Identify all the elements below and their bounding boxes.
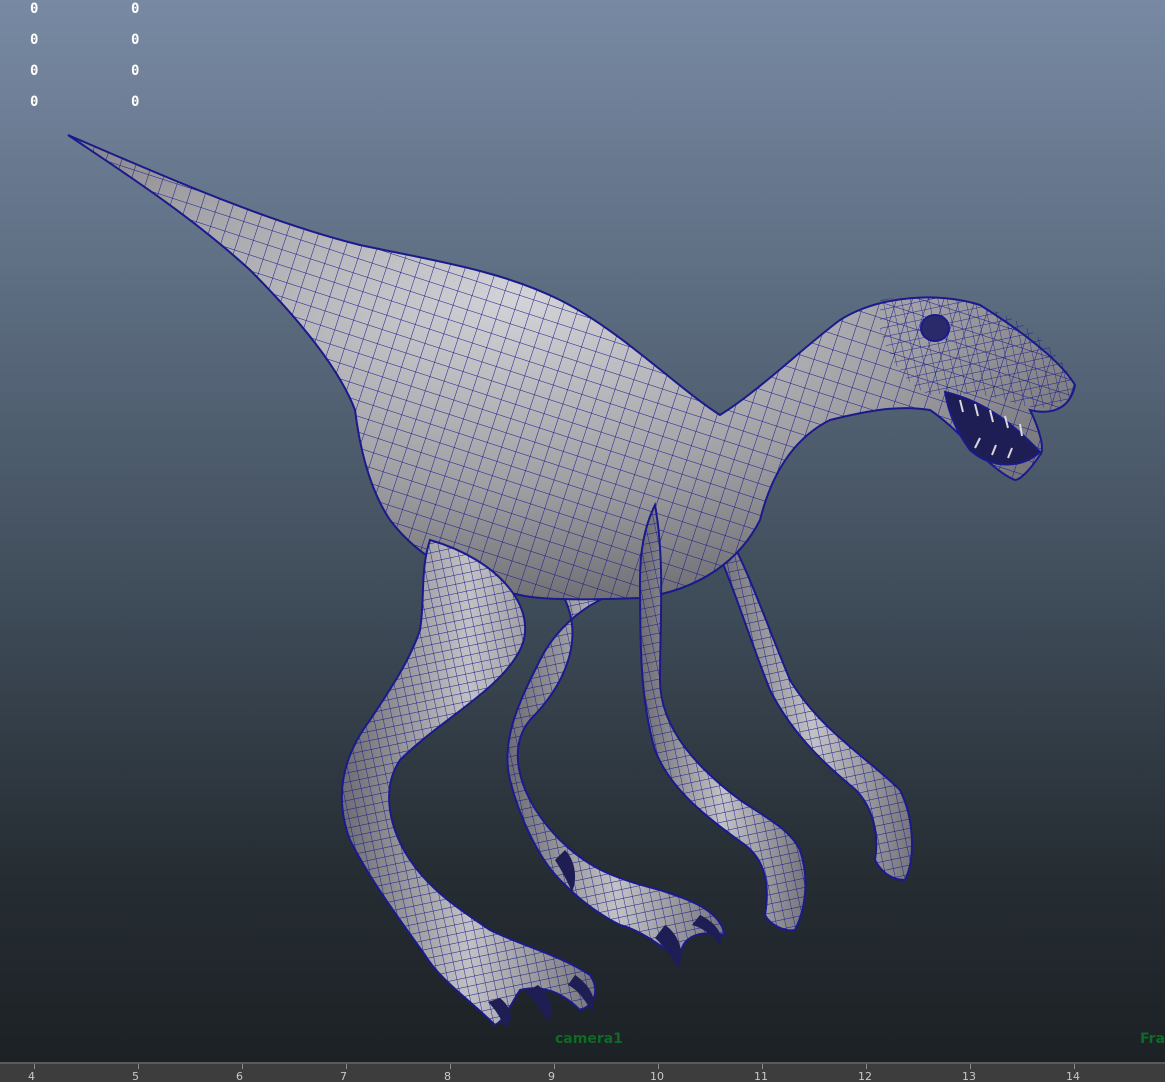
tick-mark — [866, 1064, 867, 1069]
eye-icon — [920, 314, 950, 342]
timeline-tick: 13 — [962, 1070, 976, 1082]
frame-label: Fra — [1140, 1031, 1165, 1047]
tick-mark — [138, 1064, 139, 1069]
timeline-slider[interactable]: 4 5 6 7 8 9 10 11 12 13 14 — [0, 1062, 1165, 1082]
timeline-tick: 4 — [28, 1070, 35, 1082]
camera-label: camera1 — [555, 1031, 623, 1047]
tick-mark — [34, 1064, 35, 1069]
timeline-tick: 6 — [236, 1070, 243, 1082]
tick-mark — [658, 1064, 659, 1069]
tick-mark — [1074, 1064, 1075, 1069]
head-mesh — [880, 297, 1074, 466]
hind-leg-near — [340, 538, 722, 1028]
dinosaur-mesh[interactable] — [0, 0, 1165, 1062]
tick-mark — [242, 1064, 243, 1069]
timeline-tick: 7 — [340, 1070, 347, 1082]
tick-mark — [554, 1064, 555, 1069]
timeline-tick: 8 — [444, 1070, 451, 1082]
tick-mark — [346, 1064, 347, 1069]
timeline-tick: 14 — [1066, 1070, 1080, 1082]
tick-mark — [762, 1064, 763, 1069]
timeline-tick: 9 — [548, 1070, 555, 1082]
timeline-tick: 11 — [754, 1070, 768, 1082]
tick-mark — [450, 1064, 451, 1069]
timeline-tick: 5 — [132, 1070, 139, 1082]
timeline-tick: 12 — [858, 1070, 872, 1082]
timeline-tick: 10 — [650, 1070, 664, 1082]
viewport-3d[interactable]: 0 0 0 0 0 0 0 0 camera1 Fra — [0, 0, 1165, 1062]
tick-mark — [970, 1064, 971, 1069]
